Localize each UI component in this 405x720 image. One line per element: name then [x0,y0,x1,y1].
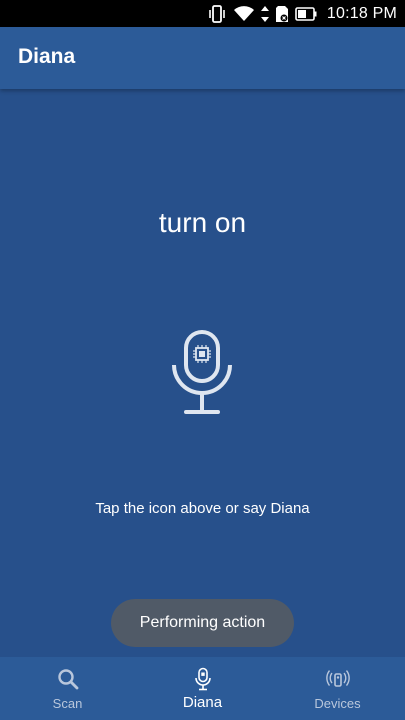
microphone-chip-icon[interactable] [168,329,236,415]
nav-item-diana[interactable]: Diana [135,657,270,720]
toast-message: Performing action [111,599,294,647]
screen: 10:18 PM Diana turn on Tap the icon abov… [0,0,405,720]
status-time: 10:18 PM [326,4,397,22]
nav-item-scan[interactable]: Scan [0,657,135,720]
search-icon [57,669,78,690]
nav-label-devices: Devices [314,696,361,711]
vibrate-icon [207,4,227,23]
battery-icon [295,6,317,22]
wifi-icon [233,5,255,23]
bottom-navigation: Scan Diana Devices [0,657,405,720]
main-content: turn on Tap the icon above or say Diana [0,89,405,657]
status-icons: 10:18 PM [201,0,397,27]
status-heading: turn on [158,207,247,238]
app-bar: Diana [0,27,405,89]
device-signal-icon [325,670,350,687]
status-bar: 10:18 PM [0,0,405,27]
data-arrows-icon [260,5,269,22]
sim-icon [275,5,289,23]
hint-text: Tap the icon above or say Diana [95,500,310,517]
app-title: Diana [18,45,76,68]
nav-label-diana: Diana [182,694,223,711]
microphone-icon [194,667,211,691]
nav-label-scan: Scan [52,696,83,711]
nav-item-devices[interactable]: Devices [270,657,405,720]
